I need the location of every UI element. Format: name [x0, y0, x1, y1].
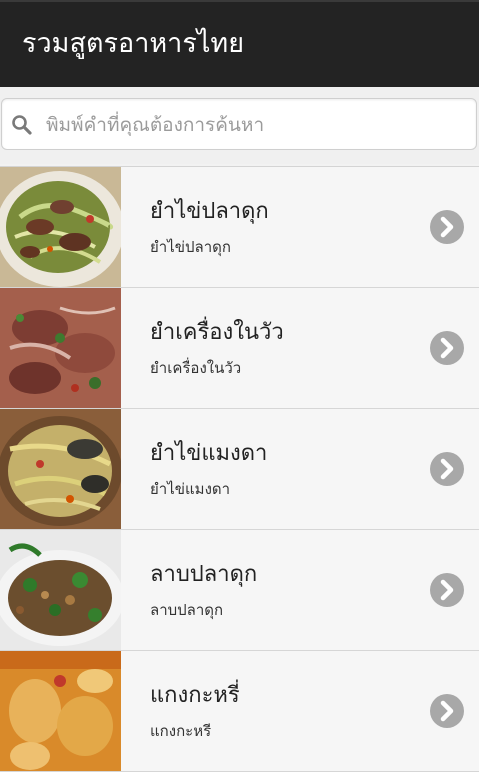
list-item[interactable]: ยำเครื่องในวัว ยำเครื่องในวัว: [0, 288, 479, 409]
recipe-thumbnail: [0, 167, 121, 287]
search-icon: [12, 115, 32, 135]
chevron-right-icon[interactable]: [430, 452, 464, 486]
recipe-list: ยำไข่ปลาดุก ยำไข่ปลาดุก ยำเครื่องในวัว ย…: [0, 166, 479, 772]
recipe-title: แกงกะหรี่: [150, 683, 240, 708]
list-item[interactable]: ลาบปลาดุก ลาบปลาดุก: [0, 530, 479, 651]
recipe-title: ยำไข่ปลาดุก: [150, 199, 269, 224]
recipe-title: ลาบปลาดุก: [150, 562, 258, 587]
list-item[interactable]: ยำไข่ปลาดุก ยำไข่ปลาดุก: [0, 167, 479, 288]
recipe-title: ยำเครื่องในวัว: [150, 320, 284, 345]
recipe-subtitle: แกงกะหรี: [150, 722, 212, 740]
chevron-right-icon[interactable]: [430, 331, 464, 365]
search-bar: [0, 87, 479, 164]
app-title: รวมสูตรอาหารไทย: [22, 28, 245, 59]
recipe-thumbnail: [0, 651, 121, 771]
recipe-thumbnail: [0, 530, 121, 650]
chevron-right-icon[interactable]: [430, 573, 464, 607]
chevron-right-icon[interactable]: [430, 210, 464, 244]
list-item[interactable]: แกงกะหรี่ แกงกะหรี: [0, 651, 479, 772]
chevron-right-icon[interactable]: [430, 694, 464, 728]
search-input[interactable]: [44, 107, 468, 143]
recipe-subtitle: ยำเครื่องในวัว: [150, 359, 242, 377]
search-box[interactable]: [1, 98, 477, 150]
app-header: รวมสูตรอาหารไทย: [0, 0, 479, 87]
recipe-subtitle: ยำไข่ปลาดุก: [150, 238, 231, 256]
recipe-subtitle: ยำไข่แมงดา: [150, 480, 231, 498]
recipe-title: ยำไข่แมงดา: [150, 441, 268, 466]
recipe-thumbnail: [0, 409, 121, 529]
recipe-subtitle: ลาบปลาดุก: [150, 601, 224, 619]
recipe-thumbnail: [0, 288, 121, 408]
list-item[interactable]: ยำไข่แมงดา ยำไข่แมงดา: [0, 409, 479, 530]
